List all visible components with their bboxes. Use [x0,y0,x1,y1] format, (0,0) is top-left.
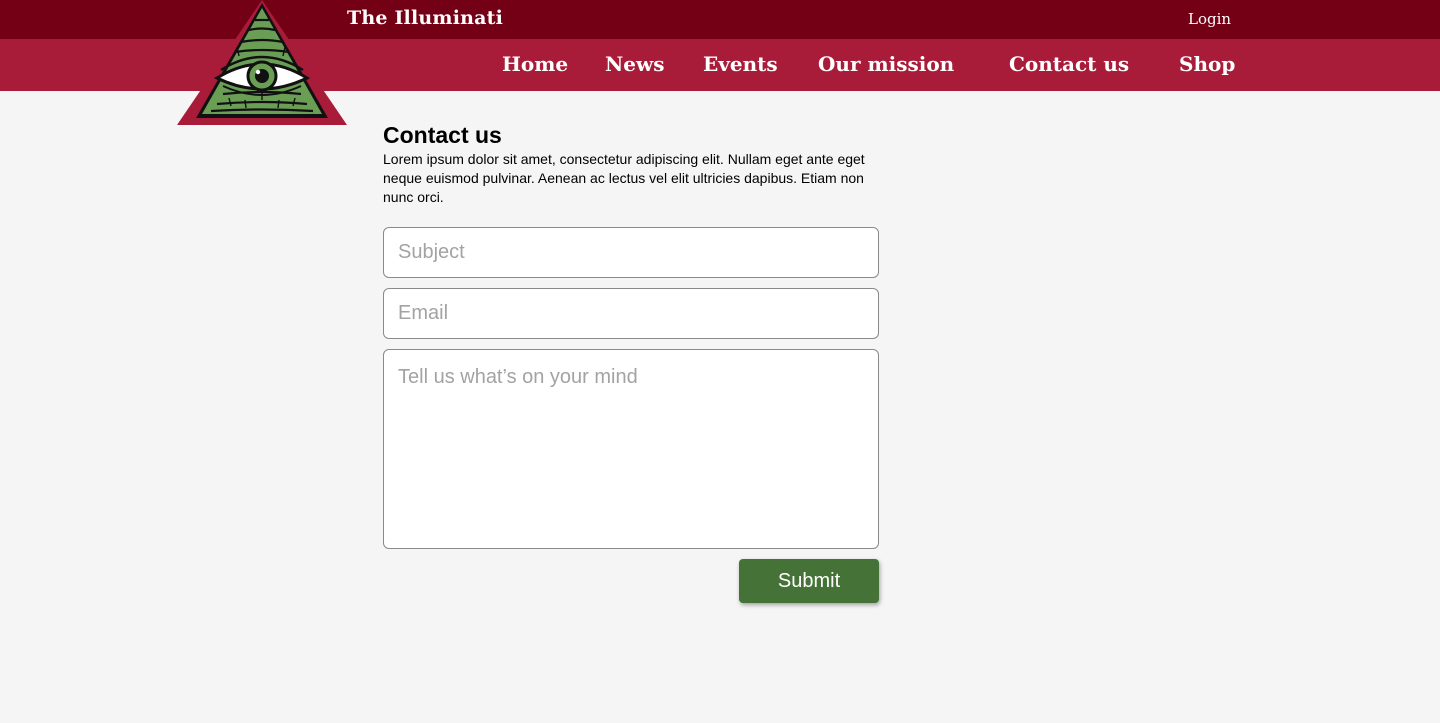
email-input[interactable] [383,288,879,339]
nav-item-shop[interactable]: Shop [1179,52,1235,76]
nav-item-events[interactable]: Events [703,52,778,76]
login-link[interactable]: Login [1188,10,1231,28]
page-title: Contact us [383,122,502,148]
eye-of-providence-icon[interactable] [177,0,347,125]
nav-item-our-mission[interactable]: Our mission [818,52,954,76]
message-textarea[interactable] [383,349,879,549]
nav-item-contact-us[interactable]: Contact us [1009,52,1129,76]
contact-section: Contact us Lorem ipsum dolor sit amet, c… [383,121,879,207]
nav-item-news[interactable]: News [605,52,664,76]
site-title[interactable]: The Illuminati [347,7,503,29]
intro-text: Lorem ipsum dolor sit amet, consectetur … [383,151,865,205]
subject-input[interactable] [383,227,879,278]
submit-button[interactable]: Submit [739,559,879,603]
nav-item-home[interactable]: Home [502,52,568,76]
